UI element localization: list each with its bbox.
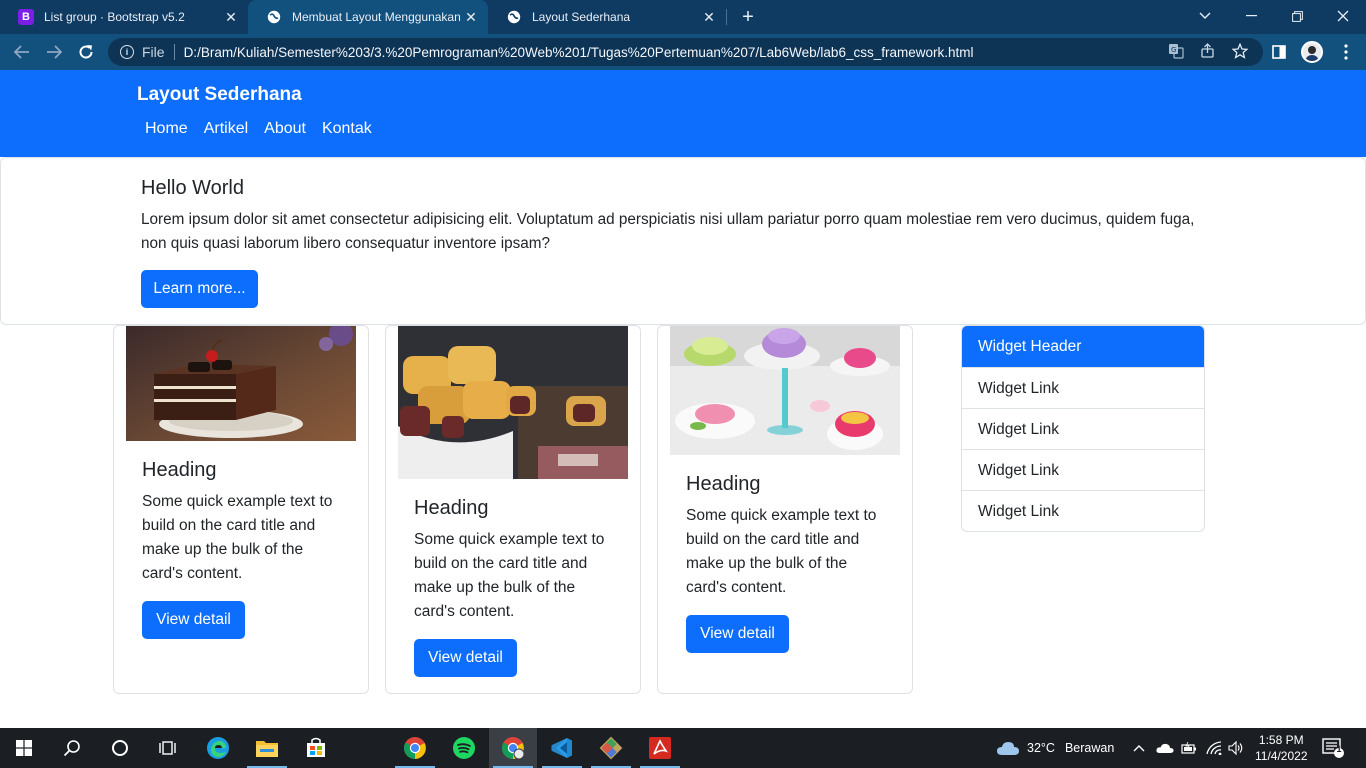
view-detail-button[interactable]: View detail	[414, 639, 517, 677]
profile-avatar[interactable]	[1301, 41, 1323, 63]
hero-text: Lorem ipsum dolor sit amet consectetur a…	[141, 211, 1195, 252]
tray-overflow-chevron-icon[interactable]	[1133, 728, 1145, 768]
kebab-menu-icon[interactable]	[1336, 42, 1356, 62]
weather-widget[interactable]: 32°C Berawan	[996, 728, 1114, 768]
nav-link-kontak[interactable]: Kontak	[314, 120, 380, 138]
globe-icon	[266, 9, 282, 25]
weather-desc: Berawan	[1064, 741, 1115, 755]
windows-taskbar: 32°C Berawan 1:58 PM 11/4/2022 1	[0, 728, 1366, 768]
spotify-icon[interactable]	[440, 728, 488, 768]
tab-title: List group · Bootstrap v5.2	[44, 10, 185, 24]
back-arrow-icon[interactable]	[10, 40, 34, 64]
clock-time: 1:58 PM	[1258, 733, 1304, 747]
reload-icon[interactable]	[74, 40, 98, 64]
clock-date: 11/4/2022	[1255, 749, 1308, 763]
scheme-label: File	[142, 44, 165, 60]
forward-arrow-icon[interactable]	[42, 40, 66, 64]
close-icon[interactable]: ✕	[462, 8, 480, 26]
chocolate-cake-photo	[126, 326, 356, 441]
nav-link-about[interactable]: About	[256, 120, 314, 138]
store-icon[interactable]	[292, 728, 340, 768]
view-detail-button[interactable]: View detail	[142, 601, 245, 639]
search-icon[interactable]	[48, 728, 96, 768]
widget-link[interactable]: Widget Link	[962, 490, 1204, 531]
card-heading: Heading	[142, 459, 217, 481]
volume-icon[interactable]	[1228, 728, 1244, 768]
vscode-icon[interactable]	[538, 728, 586, 768]
restore-button[interactable]	[1274, 0, 1320, 32]
card-text: Some quick example text to build on the …	[686, 507, 877, 596]
chrome-profile-icon[interactable]	[489, 728, 537, 768]
browser-toolbar: i File D:/Bram/Kuliah/Semester%203/3.%20…	[0, 34, 1366, 70]
clock[interactable]: 1:58 PM 11/4/2022	[1255, 728, 1308, 768]
task-view-icon[interactable]	[144, 728, 192, 768]
tab-search-chevron-icon[interactable]	[1182, 0, 1228, 32]
learn-more-button[interactable]: Learn more...	[141, 270, 258, 308]
bootstrap-icon: B	[18, 9, 34, 25]
share-icon[interactable]	[1198, 41, 1218, 61]
address-divider	[173, 44, 175, 60]
info-icon[interactable]: i	[120, 45, 134, 59]
minimize-button[interactable]	[1228, 0, 1274, 32]
cake-buffet-photo	[670, 326, 900, 455]
file-explorer-icon[interactable]	[243, 728, 291, 768]
tab-title: Membuat Layout Menggunakan	[292, 10, 461, 24]
card-chocolate-cake: Heading Some quick example text to build…	[113, 325, 369, 694]
widget-link[interactable]: Widget Link	[962, 367, 1204, 408]
url-text[interactable]: D:/Bram/Kuliah/Semester%203/3.%20Pemrogr…	[184, 45, 974, 60]
chrome-icon[interactable]	[391, 728, 439, 768]
star-icon[interactable]	[1230, 41, 1250, 61]
widget-link[interactable]: Widget Link	[962, 449, 1204, 490]
pineapple-tart-photo	[398, 326, 628, 479]
widget-list-group: Widget Header Widget Link Widget Link Wi…	[961, 325, 1205, 532]
site-nav-links: Home Artikel About Kontak	[137, 120, 380, 138]
wifi-icon[interactable]	[1206, 728, 1222, 768]
close-icon[interactable]: ✕	[222, 8, 240, 26]
address-bar[interactable]: i File D:/Bram/Kuliah/Semester%203/3.%20…	[108, 38, 1263, 66]
widget-link[interactable]: Widget Link	[962, 408, 1204, 449]
cortana-icon[interactable]	[96, 728, 144, 768]
new-tab-button[interactable]: +	[736, 5, 760, 29]
close-window-button[interactable]	[1320, 0, 1366, 32]
nav-link-artikel[interactable]: Artikel	[196, 120, 256, 138]
card-cake-buffet: Heading Some quick example text to build…	[657, 325, 913, 694]
hero-title: Hello World	[141, 177, 244, 199]
site-navbar: Layout Sederhana Home Artikel About Kont…	[0, 70, 1366, 157]
side-panel-icon[interactable]	[1269, 42, 1289, 62]
acrobat-icon[interactable]	[636, 728, 684, 768]
site-brand[interactable]: Layout Sederhana	[137, 84, 302, 106]
card-text: Some quick example text to build on the …	[414, 531, 605, 620]
tab-layout-sederhana[interactable]: Layout Sederhana ✕	[488, 0, 726, 34]
cloud-icon	[997, 742, 1019, 755]
notification-center-icon[interactable]: 1	[1322, 728, 1344, 768]
card-heading: Heading	[686, 473, 761, 495]
weather-temp: 32°C	[1027, 741, 1055, 755]
card-heading: Heading	[414, 497, 489, 519]
translate-icon[interactable]: G	[1166, 41, 1186, 61]
widget-header[interactable]: Widget Header	[962, 326, 1204, 367]
nav-link-home[interactable]: Home	[137, 120, 196, 138]
windows-start-icon[interactable]	[0, 728, 48, 768]
notification-count: 1	[1336, 744, 1342, 754]
browser-tab-strip: B List group · Bootstrap v5.2 ✕ Membuat …	[0, 0, 1366, 34]
edge-icon[interactable]	[194, 728, 242, 768]
close-icon[interactable]: ✕	[700, 8, 718, 26]
tab-list-group[interactable]: B List group · Bootstrap v5.2 ✕	[0, 0, 248, 34]
globe-icon	[506, 9, 522, 25]
git-icon[interactable]	[587, 728, 635, 768]
battery-icon[interactable]	[1181, 728, 1197, 768]
tab-divider	[726, 9, 727, 25]
view-detail-button[interactable]: View detail	[686, 615, 789, 653]
onedrive-icon[interactable]	[1156, 728, 1174, 768]
card-pineapple-tart: Heading Some quick example text to build…	[385, 325, 641, 694]
tab-title: Layout Sederhana	[532, 10, 631, 24]
svg-text:G: G	[1171, 46, 1176, 54]
card-text: Some quick example text to build on the …	[142, 493, 333, 582]
hero-jumbotron: Hello World Lorem ipsum dolor sit amet c…	[0, 157, 1366, 325]
tab-membuat-layout[interactable]: Membuat Layout Menggunakan ✕	[248, 0, 488, 34]
